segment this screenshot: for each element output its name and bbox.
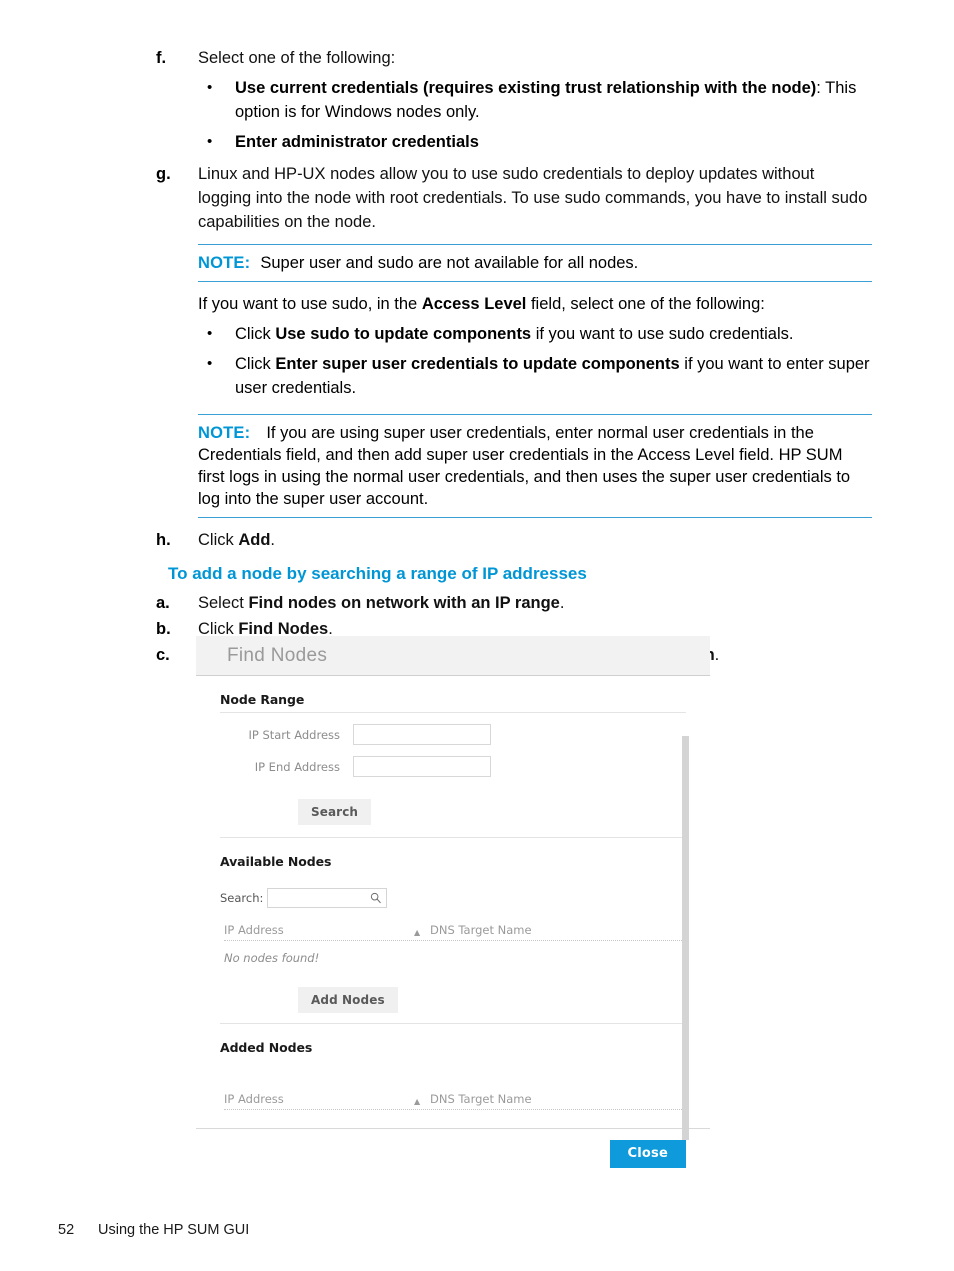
page-footer: 52 Using the HP SUM GUI	[58, 1222, 249, 1238]
note-label: NOTE:	[198, 424, 251, 442]
access-post: field, select one of the following:	[526, 295, 765, 313]
section-node-range-title: Node Range	[220, 692, 305, 707]
step-h: h. Click Add.	[156, 528, 872, 552]
add-nodes-button[interactable]: Add Nodes	[298, 987, 398, 1013]
magnifier-icon	[371, 892, 382, 904]
find-nodes-dialog-screenshot: Find Nodes Node Range IP Start Address I…	[196, 636, 710, 1179]
ip-start-address-label: IP Start Address	[248, 727, 340, 742]
close-button[interactable]: Close	[609, 1140, 686, 1168]
ip-start-address-input[interactable]	[353, 724, 491, 745]
footer-chapter-title: Using the HP SUM GUI	[98, 1222, 250, 1238]
bullet-enter-super-user: • Click Enter super user credentials to …	[198, 352, 872, 400]
ip-end-address-input[interactable]	[353, 756, 491, 777]
sub-step-post: .	[559, 594, 565, 612]
bullet-dot-icon: •	[207, 133, 213, 150]
available-nodes-table: IP Address ▲ DNS Target Name	[224, 923, 686, 941]
note-block-1: NOTE: Super user and sudo are not availab…	[198, 244, 872, 282]
step-h-bold: Add	[238, 531, 271, 549]
column-header-dns-target-name[interactable]: DNS Target Name	[430, 1092, 686, 1106]
step-f: f. Select one of the following:	[156, 46, 872, 70]
step-f-text: Select one of the following:	[198, 49, 396, 67]
column-header-ip-address[interactable]: IP Address	[224, 923, 414, 937]
vertical-scrollbar[interactable]	[682, 736, 689, 1140]
step-g-text: Linux and HP-UX nodes allow you to use s…	[198, 165, 868, 231]
step-g-marker: g.	[156, 165, 171, 183]
dialog-header: Find Nodes	[196, 636, 710, 676]
sub-step-b-marker: b.	[156, 620, 171, 638]
step-f-bullets: • Use current credentials (requires exis…	[198, 76, 872, 154]
bullet-bold-label: Enter super user credentials to update c…	[275, 355, 680, 373]
bullet-pre: Click	[235, 355, 276, 373]
sub-step-a-marker: a.	[156, 594, 170, 612]
sub-step-c-marker: c.	[156, 646, 170, 664]
bullet-post: if you want to use sudo credentials.	[531, 325, 794, 343]
sub-step-a: a. Select Find nodes on network with an …	[156, 591, 872, 615]
available-nodes-search-row: Search:	[196, 888, 710, 908]
access-level-bullets: • Click Use sudo to update components if…	[198, 322, 872, 400]
available-nodes-search-label: Search:	[220, 891, 264, 905]
dialog-footer: Close	[196, 1128, 710, 1179]
bullet-dot-icon: •	[207, 325, 213, 342]
page-number: 52	[58, 1222, 75, 1238]
search-button-row: Search	[196, 799, 710, 825]
section-added-nodes-title: Added Nodes	[220, 1040, 313, 1055]
bullet-enter-administrator-credentials: • Enter administrator credentials	[198, 130, 872, 154]
sub-step-post: .	[714, 646, 720, 664]
dialog-title: Find Nodes	[227, 644, 328, 666]
dialog-body: Node Range IP Start Address IP End Addre…	[196, 676, 710, 1179]
note-text: Super user and sudo are not available fo…	[260, 254, 639, 272]
ip-end-address-row: IP End Address	[196, 756, 710, 777]
note-block-2: NOTE: If you are using super user credent…	[198, 414, 872, 518]
sub-step-pre: Select	[198, 594, 249, 612]
sub-step-bold: Find nodes on network with an IP range	[248, 594, 560, 612]
step-f-marker: f.	[156, 49, 167, 67]
add-nodes-button-row: Add Nodes	[196, 987, 710, 1013]
bullet-use-sudo: • Click Use sudo to update components if…	[198, 322, 872, 346]
table-header-row: IP Address ▲ DNS Target Name	[224, 1092, 686, 1110]
step-h-marker: h.	[156, 531, 171, 549]
available-nodes-search-box[interactable]	[267, 888, 388, 908]
access-pre: If you want to use sudo, in the	[198, 295, 422, 313]
bullet-use-current-credentials: • Use current credentials (requires exis…	[198, 76, 872, 124]
access-bold: Access Level	[421, 295, 527, 313]
added-nodes-table: IP Address ▲ DNS Target Name	[224, 1092, 686, 1110]
bullet-bold-label: Use sudo to update components	[275, 325, 532, 343]
access-level-paragraph: If you want to use sudo, in the Access L…	[198, 292, 872, 316]
sort-ascending-icon[interactable]: ▲	[414, 1097, 430, 1106]
ip-start-address-row: IP Start Address	[196, 724, 710, 745]
column-header-dns-target-name[interactable]: DNS Target Name	[430, 923, 686, 937]
ip-end-address-label: IP End Address	[254, 759, 340, 774]
document-body: f. Select one of the following: • Use cu…	[156, 46, 872, 669]
step-g: g. Linux and HP-UX nodes allow you to us…	[156, 162, 872, 234]
note-label: NOTE:	[198, 254, 251, 272]
section-heading-add-node-ip-range: To add a node by searching a range of IP…	[168, 564, 587, 583]
bullet-dot-icon: •	[207, 79, 213, 96]
section-available-nodes-title: Available Nodes	[220, 854, 332, 869]
column-header-ip-address[interactable]: IP Address	[224, 1092, 414, 1106]
document-page: f. Select one of the following: • Use cu…	[0, 0, 954, 1271]
bullet-bold-label: Use current credentials (requires existi…	[235, 79, 817, 97]
divider	[220, 712, 686, 713]
bullet-pre: Click	[235, 325, 276, 343]
note-text: If you are using super user credentials,…	[198, 424, 851, 508]
search-button[interactable]: Search	[298, 799, 372, 825]
bullet-bold-label: Enter administrator credentials	[235, 133, 479, 151]
available-nodes-empty-message: No nodes found!	[224, 951, 320, 965]
sort-ascending-icon[interactable]: ▲	[414, 928, 430, 937]
step-h-post: .	[270, 531, 276, 549]
step-h-pre: Click	[198, 531, 239, 549]
table-header-row: IP Address ▲ DNS Target Name	[224, 923, 686, 941]
bullet-dot-icon: •	[207, 355, 213, 372]
